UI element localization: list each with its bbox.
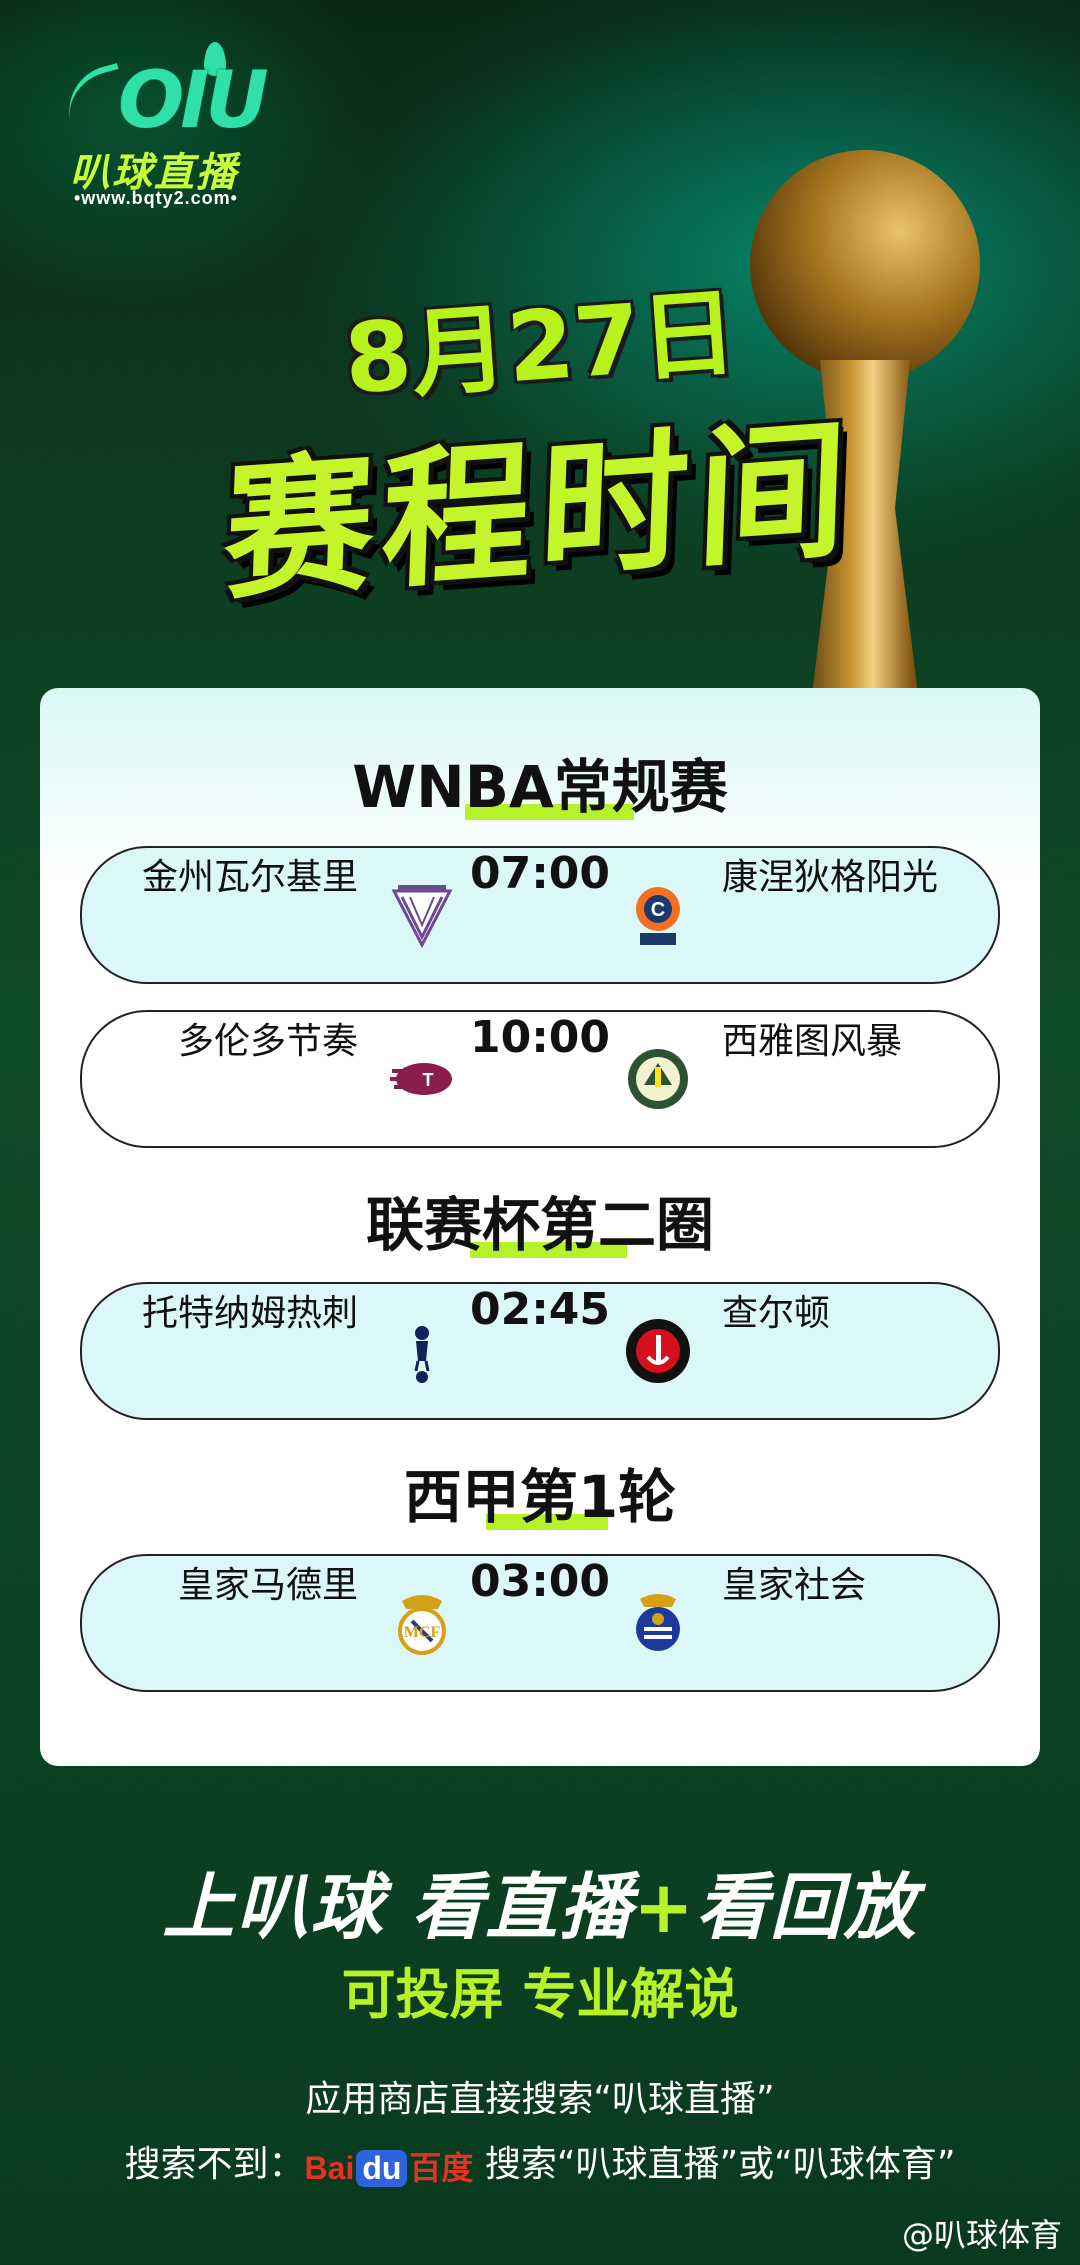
slogan-part-b: 看回放 <box>695 1865 918 1949</box>
svg-text:C: C <box>651 899 665 921</box>
away-team: 查尔顿 <box>722 1293 831 1334</box>
match-row[interactable]: 金州瓦尔基里 07:00 C 康涅狄格阳光 <box>80 846 1000 984</box>
promo-slogan: 上叭球 看直播+看回放 <box>0 1848 1080 1953</box>
promo-subtitle: 可投屏 专业解说 <box>341 1963 739 2026</box>
sun-logo-icon: C <box>636 887 680 945</box>
app-logo: OIU 叭球直播 •www.bqty2.com• <box>59 42 284 222</box>
match-row[interactable]: 托特纳姆热刺 02:45 查尔顿 <box>80 1282 1000 1420</box>
slogan-part-a: 上叭球 看直播 <box>162 1865 634 1949</box>
store-search-hint: 应用商店直接搜索“叭球直播” <box>305 2079 775 2120</box>
away-team: 康涅狄格阳光 <box>722 857 939 898</box>
match-row[interactable]: 皇家马德里 MCF 03:00 皇家社会 <box>80 1554 1000 1692</box>
charlton-logo-icon <box>626 1319 690 1383</box>
section-title-laliga: 西甲第1轮 <box>403 1463 677 1531</box>
search-suffix: 搜索“叭球直播”或“叭球体育” <box>473 2144 956 2185</box>
match-time: 02:45 <box>469 1284 611 1335</box>
slogan-plus: + <box>633 1865 696 1949</box>
schedule-card: WNBA常规赛 金州瓦尔基里 07:00 C 康涅狄格阳光 多伦多节奏 T 10… <box>40 688 1040 1766</box>
match-row[interactable]: 多伦多节奏 T 10:00 西雅图风暴 <box>80 1010 1000 1148</box>
baidu-search-hint: 搜索不到：Bai du 百度 搜索“叭球直播”或“叭球体育” <box>0 2135 1080 2189</box>
real-sociedad-logo-icon <box>636 1594 680 1651</box>
away-team: 皇家社会 <box>722 1565 867 1606</box>
search-prefix: 搜索不到： <box>124 2144 305 2185</box>
weibo-watermark: @叭球体育 <box>901 2216 1062 2254</box>
section-title-wnba: WNBA常规赛 <box>352 753 728 821</box>
baidu-logo-icon: Bai du 百度 <box>304 2150 474 2187</box>
away-team: 西雅图风暴 <box>722 1021 903 1062</box>
storm-logo-icon <box>628 1049 688 1109</box>
logo-mark: OIU <box>118 56 269 146</box>
logo-url: •www.bqty2.com• <box>74 188 238 208</box>
section-title-league-cup: 联赛杯第二圈 <box>365 1191 714 1259</box>
